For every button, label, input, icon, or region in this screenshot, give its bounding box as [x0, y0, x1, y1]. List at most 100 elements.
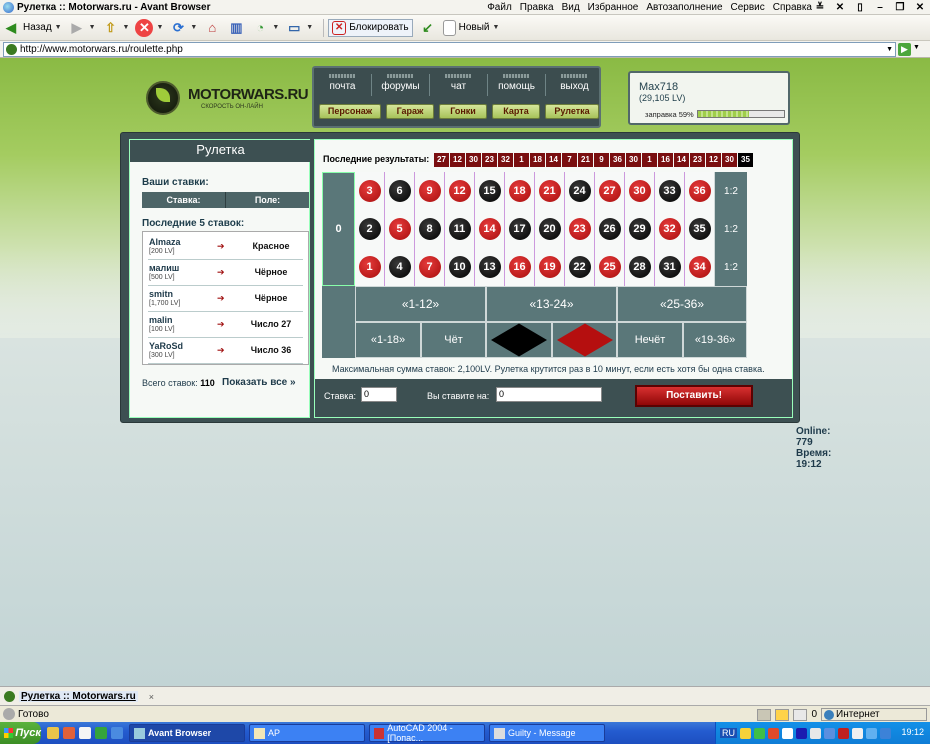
- number-cell[interactable]: 1: [355, 248, 385, 286]
- chevron-down-icon[interactable]: ▼: [123, 24, 130, 31]
- number-cell[interactable]: 6: [385, 172, 415, 210]
- float-icon[interactable]: ▯: [852, 0, 868, 15]
- task-guilty-message[interactable]: Guilty - Message: [489, 724, 605, 742]
- site-logo[interactable]: MOTORWARS.RU СКОРОСТЬ ОН-ЛАЙН: [146, 78, 309, 118]
- number-cell[interactable]: 26: [595, 210, 625, 248]
- bettor-name[interactable]: YaRoSd: [149, 341, 183, 351]
- nav-garage-button[interactable]: Гараж: [386, 104, 434, 119]
- number-cell[interactable]: 3: [355, 172, 385, 210]
- task-avant-browser[interactable]: Avant Browser: [129, 724, 245, 742]
- menu-file[interactable]: Файл: [487, 0, 512, 15]
- chevron-down-icon[interactable]: ▼: [306, 24, 313, 31]
- chevron-down-icon[interactable]: ▼: [492, 24, 499, 31]
- menu-edit[interactable]: Правка: [520, 0, 554, 15]
- number-cell[interactable]: 23: [565, 210, 595, 248]
- nav-map-button[interactable]: Карта: [492, 104, 540, 119]
- history-button[interactable]: ◔ ▼: [251, 19, 279, 37]
- nav-chat[interactable]: чат: [430, 74, 487, 96]
- keyboard-icon[interactable]: [757, 708, 772, 721]
- tray-icon[interactable]: [838, 727, 849, 739]
- restore-icon[interactable]: ❐: [892, 0, 908, 15]
- quicklaunch-icon[interactable]: [79, 727, 91, 739]
- url-input[interactable]: http://www.motorwars.ru/roulette.php ▼: [3, 42, 896, 57]
- forward-button[interactable]: ▶ ▼: [68, 19, 96, 37]
- tray-icon[interactable]: [768, 727, 779, 739]
- new-button[interactable]: Новый ▼: [442, 19, 499, 36]
- chevron-down-icon[interactable]: ▼: [272, 24, 279, 31]
- number-cell[interactable]: 13: [475, 248, 505, 286]
- number-cell[interactable]: 17: [505, 210, 535, 248]
- favorites-button[interactable]: ▥: [227, 19, 245, 37]
- number-cell[interactable]: 34: [685, 248, 715, 286]
- bet-odd[interactable]: Нечёт: [617, 322, 683, 358]
- nav-races-button[interactable]: Гонки: [439, 104, 487, 119]
- number-cell[interactable]: 10: [445, 248, 475, 286]
- number-cell[interactable]: 15: [475, 172, 505, 210]
- number-cell[interactable]: 2: [355, 210, 385, 248]
- number-cell[interactable]: 5: [385, 210, 415, 248]
- dozen-13-24[interactable]: «13-24»: [486, 286, 617, 322]
- number-cell[interactable]: 36: [685, 172, 715, 210]
- nav-forums[interactable]: форумы: [372, 74, 429, 96]
- stake-input[interactable]: 0: [361, 387, 397, 402]
- place-bet-button[interactable]: Поставить!: [635, 385, 753, 407]
- number-cell[interactable]: 22: [565, 248, 595, 286]
- number-cell[interactable]: 9: [415, 172, 445, 210]
- nav-character-button[interactable]: Персонаж: [319, 104, 381, 119]
- tray-icon[interactable]: [754, 727, 765, 739]
- nav-mail[interactable]: почта: [314, 74, 371, 96]
- tab-roulette[interactable]: Рулетка :: Motorwars.ru ×: [4, 689, 154, 704]
- number-cell[interactable]: 20: [535, 210, 565, 248]
- tray-icon[interactable]: [810, 727, 821, 739]
- bet-even[interactable]: Чёт: [421, 322, 486, 358]
- close-page-icon[interactable]: ✕: [832, 0, 848, 15]
- number-cell[interactable]: 8: [415, 210, 445, 248]
- nav-roulette-button[interactable]: Рулетка: [545, 104, 599, 119]
- chevron-down-icon[interactable]: ▼: [190, 24, 197, 31]
- bet-low-1-18[interactable]: «1-18»: [355, 322, 421, 358]
- number-cell[interactable]: 14: [475, 210, 505, 248]
- dozen-1-12[interactable]: «1-12»: [355, 286, 486, 322]
- quicklaunch-icon[interactable]: [47, 727, 59, 739]
- number-cell[interactable]: 21: [535, 172, 565, 210]
- column-bet-top[interactable]: 1:2: [714, 172, 747, 210]
- number-cell[interactable]: 16: [505, 248, 535, 286]
- number-cell[interactable]: 19: [535, 248, 565, 286]
- number-cell[interactable]: 24: [565, 172, 595, 210]
- task-ap-folder[interactable]: AP: [249, 724, 365, 742]
- column-bet-bottom[interactable]: 1:2: [714, 248, 747, 286]
- number-cell[interactable]: 30: [625, 172, 655, 210]
- bet-high-19-36[interactable]: «19-36»: [683, 322, 747, 358]
- dozen-25-36[interactable]: «25-36»: [617, 286, 747, 322]
- number-cell[interactable]: 35: [685, 210, 715, 248]
- menu-tools[interactable]: Сервис: [731, 0, 765, 15]
- tray-icon[interactable]: [866, 727, 877, 739]
- language-indicator[interactable]: RU: [720, 728, 737, 738]
- lock-icon[interactable]: [775, 708, 790, 721]
- number-cell[interactable]: 11: [445, 210, 475, 248]
- column-bet-middle[interactable]: 1:2: [714, 210, 747, 248]
- minimize-icon[interactable]: –: [872, 0, 888, 15]
- layout-button[interactable]: ▭ ▼: [285, 19, 313, 37]
- menu-view[interactable]: Вид: [562, 0, 580, 15]
- task-autocad[interactable]: AutoCAD 2004 - [Попас...: [369, 723, 485, 743]
- popup-icon[interactable]: [793, 708, 808, 721]
- number-cell[interactable]: 4: [385, 248, 415, 286]
- nav-logout[interactable]: выход: [546, 74, 603, 96]
- stop-button[interactable]: ✕ ▼: [135, 18, 163, 37]
- number-cell[interactable]: 33: [655, 172, 685, 210]
- number-cell[interactable]: 32: [655, 210, 685, 248]
- tray-icon[interactable]: [852, 727, 863, 739]
- number-cell[interactable]: 7: [415, 248, 445, 286]
- number-cell[interactable]: 29: [625, 210, 655, 248]
- show-all-link[interactable]: Показать все »: [222, 377, 296, 388]
- menu-help[interactable]: Справка: [773, 0, 812, 15]
- number-cell[interactable]: 12: [445, 172, 475, 210]
- flash-button[interactable]: ↙: [419, 19, 437, 37]
- number-cell[interactable]: 28: [625, 248, 655, 286]
- bet-target-input[interactable]: 0: [496, 387, 602, 402]
- chevron-down-icon[interactable]: ▼: [913, 44, 920, 51]
- close-icon[interactable]: ✕: [912, 0, 928, 15]
- go-button[interactable]: ▶: [898, 43, 911, 56]
- number-cell[interactable]: 31: [655, 248, 685, 286]
